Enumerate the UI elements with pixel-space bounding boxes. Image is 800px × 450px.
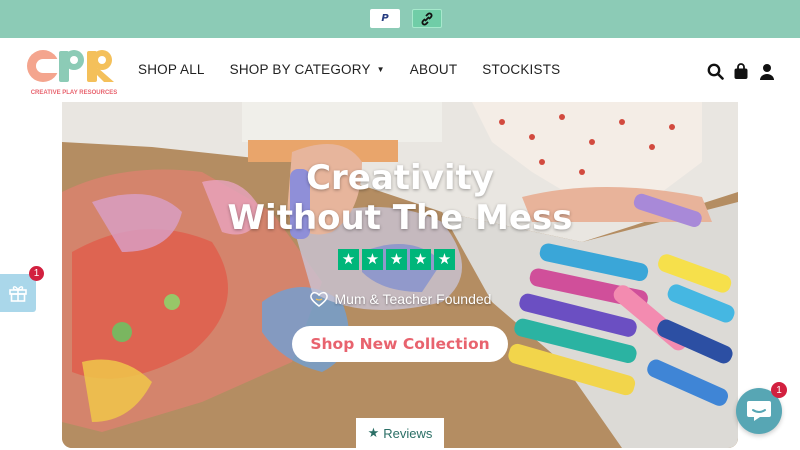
- chevron-down-icon: ▼: [376, 65, 385, 74]
- nav-shop-by-category[interactable]: SHOP BY CATEGORY ▼: [230, 62, 385, 77]
- rating-star-icon: ★: [386, 249, 407, 270]
- header-actions: [706, 62, 776, 80]
- paypal-badge[interactable]: P: [370, 9, 400, 28]
- cta-label: Shop New Collection: [310, 335, 490, 353]
- hero-banner: Creativity Without The Mess ★ ★ ★ ★ ★ Mum & …: [62, 102, 738, 448]
- hero-title-line2: Without The Mess: [227, 198, 573, 238]
- link-icon: [421, 12, 433, 25]
- nav-label: SHOP ALL: [138, 62, 205, 77]
- paypal-logo: P: [381, 13, 389, 24]
- rating-star-icon: ★: [410, 249, 431, 270]
- site-header: CREATIVE PLAY RESOURCES SHOP ALL SHOP BY…: [0, 38, 800, 102]
- nav-about[interactable]: ABOUT: [410, 62, 458, 77]
- founded-tagline: Mum & Teacher Founded: [62, 290, 738, 308]
- trustpilot-rating: ★ ★ ★ ★ ★: [338, 249, 455, 270]
- logo-tagline: CREATIVE PLAY RESOURCES: [31, 90, 118, 96]
- nav-shop-all[interactable]: SHOP ALL: [138, 62, 205, 77]
- search-icon[interactable]: [706, 62, 724, 80]
- rewards-gift-tab[interactable]: [0, 274, 36, 312]
- nav-label: SHOP BY CATEGORY: [229, 62, 371, 77]
- nav-label: STOCKISTS: [482, 62, 561, 77]
- nav-label: ABOUT: [409, 62, 458, 77]
- rating-star-icon: ★: [434, 249, 455, 270]
- site-logo[interactable]: CREATIVE PLAY RESOURCES: [26, 44, 122, 98]
- announcement-bar: P: [0, 0, 800, 38]
- shop-new-collection-button[interactable]: Shop New Collection: [292, 326, 508, 362]
- reviews-tab[interactable]: ★ Reviews: [356, 418, 444, 448]
- rating-star-icon: ★: [338, 249, 359, 270]
- founded-text: Mum & Teacher Founded: [334, 291, 492, 307]
- hero-title-line1: Creativity: [306, 158, 494, 198]
- heart-icon: [309, 291, 328, 307]
- chat-icon: [747, 401, 771, 421]
- rating-star-icon: ★: [362, 249, 383, 270]
- bag-icon[interactable]: [732, 62, 750, 80]
- main-nav: SHOP ALL SHOP BY CATEGORY ▼ ABOUT STOCKI…: [138, 62, 585, 77]
- reviews-label: Reviews: [383, 425, 433, 441]
- gift-notification-badge: 1: [29, 266, 44, 281]
- star-icon: ★: [367, 425, 380, 440]
- link-badge[interactable]: [412, 9, 442, 28]
- nav-stockists[interactable]: STOCKISTS: [482, 62, 560, 77]
- gift-icon: [9, 286, 27, 302]
- account-icon[interactable]: [758, 62, 776, 80]
- chat-notification-badge: 1: [771, 382, 787, 398]
- hero-image: [62, 102, 738, 448]
